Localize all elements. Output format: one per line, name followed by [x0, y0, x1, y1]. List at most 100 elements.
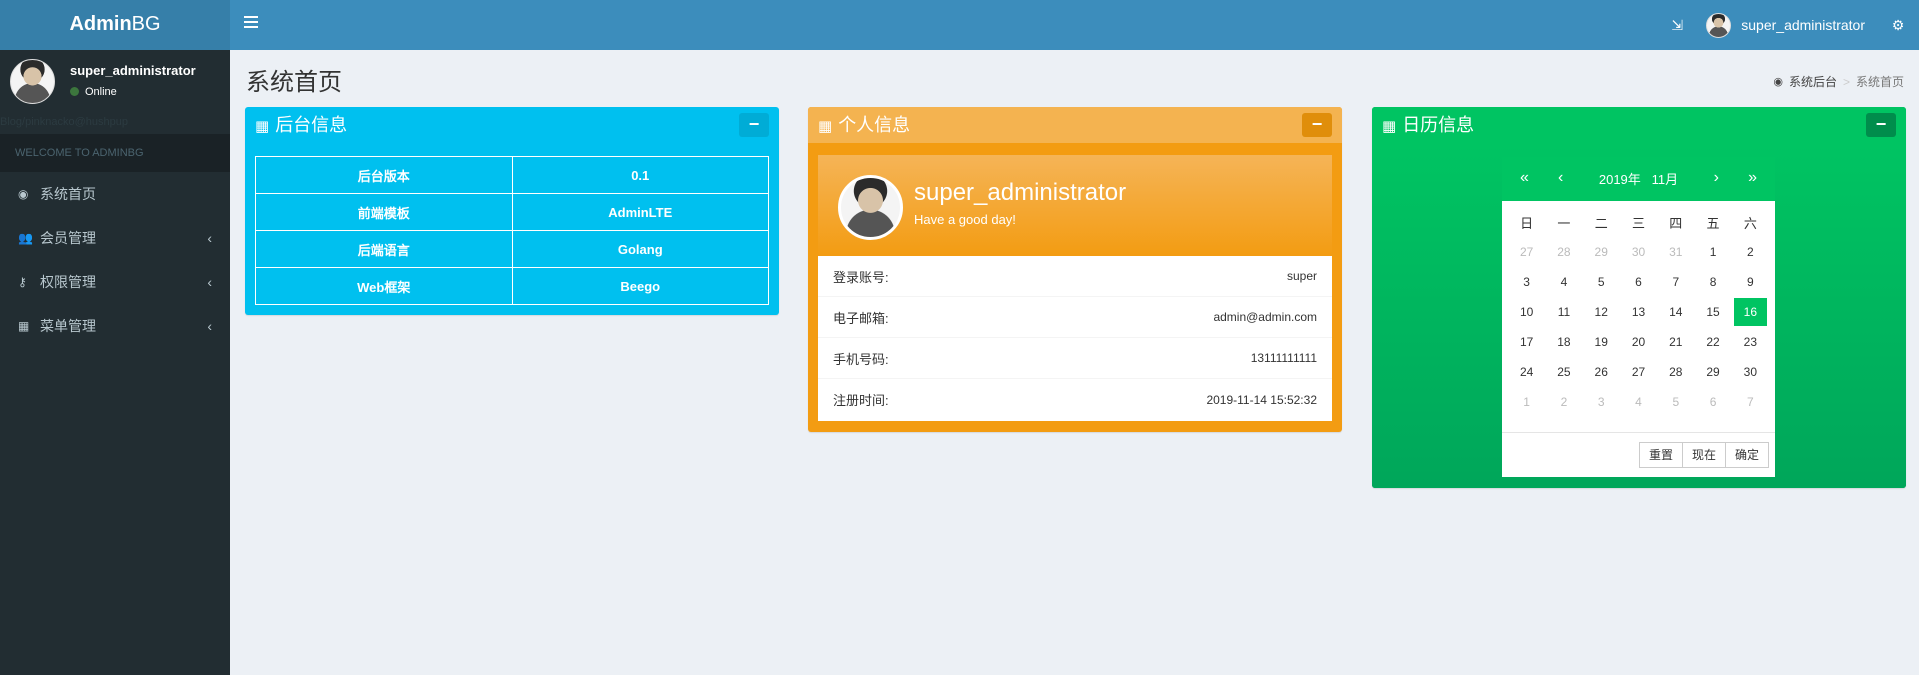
sidebar-item-dashboard[interactable]: ◉ 系统首页: [0, 172, 230, 216]
table-cell: 0.1: [511, 156, 769, 194]
settings-gears-icon[interactable]: ⚙: [1883, 0, 1913, 50]
calendar-day[interactable]: 2: [1734, 238, 1767, 266]
calendar-weekdays: 日一二三四五六: [1502, 201, 1775, 237]
sidebar-item-permissions[interactable]: ⚷ 权限管理 ‹: [0, 260, 230, 304]
calendar-day[interactable]: 7: [1659, 268, 1692, 296]
row-label: 电子邮箱:: [833, 310, 889, 326]
calendar-day[interactable]: 3: [1510, 268, 1543, 296]
calendar-day[interactable]: 20: [1622, 328, 1655, 356]
calendar-box-body: « ‹ 2019年 11月 › » 日一二三四五六 27 28 29 30 31 1 2 3 4…: [1372, 143, 1906, 488]
calendar-week-row: 17 18 19 20 21 22 23: [1502, 327, 1775, 357]
profile-row-registered: 注册时间: 2019-11-14 15:52:32: [818, 379, 1332, 420]
calendar-icon: ▦: [1382, 118, 1397, 135]
calendar-day[interactable]: 15: [1696, 298, 1729, 326]
calendar-day-other-month[interactable]: 2: [1547, 388, 1580, 416]
calendar-day[interactable]: 26: [1585, 358, 1618, 386]
calendar-day[interactable]: 24: [1510, 358, 1543, 386]
calendar-day[interactable]: 19: [1585, 328, 1618, 356]
table-cell: Web框架: [255, 267, 513, 305]
calendar-day[interactable]: 11: [1547, 298, 1580, 326]
sidebar-user-status: Online: [70, 86, 117, 98]
calendar-day-other-month[interactable]: 5: [1659, 388, 1692, 416]
calendar-day[interactable]: 9: [1734, 268, 1767, 296]
calendar-icon: ▦: [255, 118, 270, 135]
box-title: 个人信息: [838, 115, 911, 135]
sidebar-item-label: 系统首页: [40, 186, 96, 202]
grid-icon: ▦: [18, 319, 30, 333]
calendar-day-other-month[interactable]: 6: [1696, 388, 1729, 416]
sidebar-item-members[interactable]: 👥 会员管理 ‹: [0, 216, 230, 260]
weekday-label: 日: [1520, 215, 1534, 231]
dashboard-icon: ◉: [1773, 76, 1783, 88]
page-title: 系统首页: [246, 69, 342, 96]
calendar-day-other-month[interactable]: 4: [1622, 388, 1655, 416]
box-title: 后台信息: [275, 115, 348, 135]
calendar-week-row: 27 28 29 30 31 1 2: [1502, 237, 1775, 267]
calendar-day[interactable]: 23: [1734, 328, 1767, 356]
row-label: 手机号码:: [833, 351, 889, 367]
next-month-icon[interactable]: ›: [1714, 169, 1719, 187]
calendar-day-other-month[interactable]: 29: [1585, 238, 1618, 266]
dashboard-icon: ◉: [18, 187, 29, 201]
calendar-day-other-month[interactable]: 31: [1659, 238, 1692, 266]
calendar-day[interactable]: 12: [1585, 298, 1618, 326]
calendar-day-other-month[interactable]: 1: [1510, 388, 1543, 416]
calendar-day-other-month[interactable]: 28: [1547, 238, 1580, 266]
calendar-day[interactable]: 21: [1659, 328, 1692, 356]
profile-info-box: ▦ 个人信息 − super_administrator Have a good …: [808, 107, 1342, 432]
table-row: 后台版本 0.1: [255, 156, 769, 194]
collapse-button[interactable]: −: [1866, 113, 1896, 137]
calendar-month[interactable]: 11月: [1652, 172, 1679, 187]
navbar-user-name: super_administrator: [1741, 17, 1865, 33]
calendar-year[interactable]: 2019年: [1599, 172, 1641, 187]
profile-row-phone: 手机号码: 13111111111: [818, 338, 1332, 379]
status-text: Online: [85, 86, 117, 98]
table-cell: 前端模板: [255, 193, 513, 231]
calendar-day-other-month[interactable]: 3: [1585, 388, 1618, 416]
chevron-left-icon: ‹: [207, 274, 212, 290]
calendar-day[interactable]: 6: [1622, 268, 1655, 296]
calendar-day[interactable]: 4: [1547, 268, 1580, 296]
calendar-day[interactable]: 30: [1734, 358, 1767, 386]
app-logo[interactable]: AdminBG: [0, 0, 230, 50]
calendar-day[interactable]: 28: [1659, 358, 1692, 386]
calendar-day[interactable]: 16: [1733, 298, 1767, 326]
navbar-user-menu[interactable]: super_administrator: [1692, 12, 1883, 38]
weekday-label: 五: [1706, 215, 1720, 231]
calendar-day[interactable]: 8: [1696, 268, 1729, 296]
calendar-week-row: 10 11 12 13 14 15 16: [1502, 297, 1775, 327]
breadcrumb-link-home[interactable]: 系统后台: [1789, 73, 1837, 90]
box-title: 日历信息: [1402, 115, 1475, 135]
users-icon: 👥: [18, 231, 33, 245]
fullscreen-icon[interactable]: ⇲: [1662, 0, 1692, 50]
calendar-day[interactable]: 14: [1659, 298, 1692, 326]
calendar-day[interactable]: 27: [1622, 358, 1655, 386]
calendar-day-other-month[interactable]: 27: [1510, 238, 1543, 266]
calendar-day[interactable]: 22: [1696, 328, 1729, 356]
calendar-day[interactable]: 29: [1696, 358, 1729, 386]
menu-toggle-icon[interactable]: [244, 16, 258, 28]
calendar-day-other-month[interactable]: 7: [1734, 388, 1767, 416]
now-button[interactable]: 现在: [1681, 442, 1726, 468]
calendar-day[interactable]: 5: [1585, 268, 1618, 296]
calendar-day[interactable]: 13: [1622, 298, 1655, 326]
collapse-button[interactable]: −: [1302, 113, 1332, 137]
calendar-day[interactable]: 25: [1547, 358, 1580, 386]
key-icon: ⚷: [18, 275, 27, 289]
confirm-button[interactable]: 确定: [1724, 442, 1769, 468]
calendar-day[interactable]: 17: [1510, 328, 1543, 356]
calendar-title: 2019年 11月: [1502, 169, 1775, 188]
weekday-label: 三: [1631, 215, 1645, 231]
sidebar-item-menus[interactable]: ▦ 菜单管理 ‹: [0, 304, 230, 348]
calendar-day-other-month[interactable]: 30: [1622, 238, 1655, 266]
calendar-header: « ‹ 2019年 11月 › »: [1502, 157, 1775, 201]
calendar-day[interactable]: 1: [1696, 238, 1729, 266]
chevron-left-icon: ‹: [207, 230, 212, 246]
calendar-day[interactable]: 18: [1547, 328, 1580, 356]
logo-rest: BG: [131, 13, 161, 35]
reset-button[interactable]: 重置: [1638, 442, 1683, 468]
next-year-icon[interactable]: »: [1748, 169, 1757, 187]
collapse-button[interactable]: −: [739, 113, 769, 137]
calendar-day[interactable]: 10: [1510, 298, 1543, 326]
calendar-info-box: ▦ 日历信息 − « ‹ 2019年 11月 › » 日一二三四五六 27 28 29…: [1372, 107, 1906, 488]
